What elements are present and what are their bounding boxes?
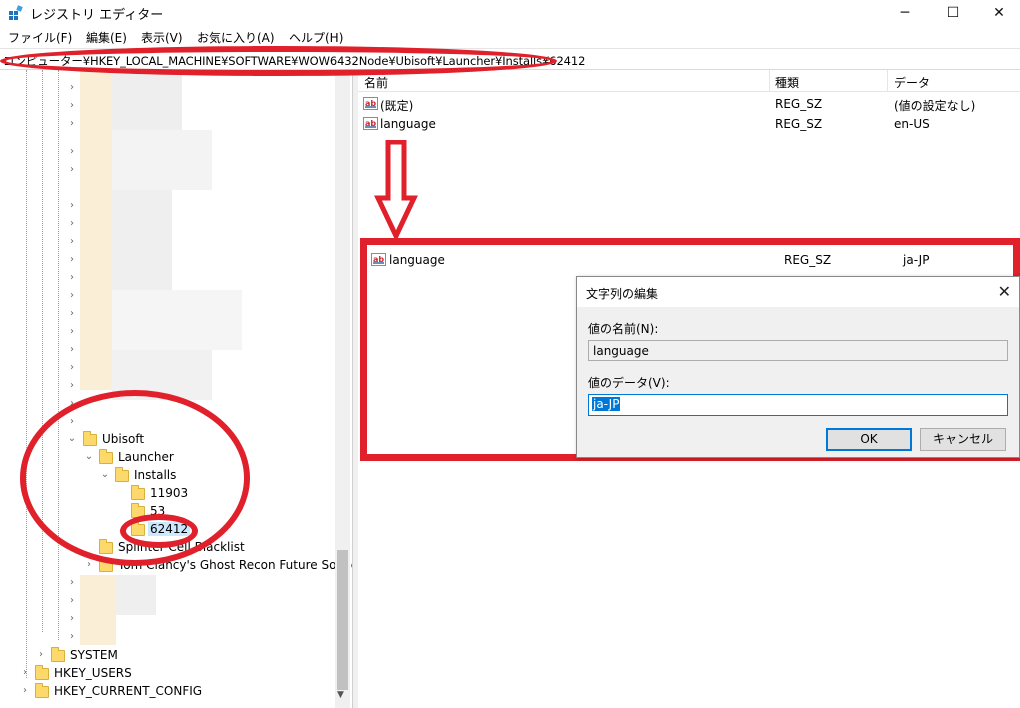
maximize-button[interactable]: ☐ — [930, 0, 976, 26]
menu-favorites[interactable]: お気に入り(A) — [197, 29, 275, 46]
key-tree-pane[interactable]: › › › › › › › › › › › › › › › › › › ⌄ Ub… — [0, 70, 352, 708]
value-data-label: 値のデータ(V): — [588, 376, 670, 390]
chevron-right-icon[interactable]: › — [67, 146, 77, 157]
ok-button[interactable]: OK — [826, 428, 912, 451]
chevron-right-icon[interactable]: › — [67, 577, 77, 588]
blurred-region — [112, 190, 172, 290]
value-name-field: language — [588, 340, 1008, 361]
chevron-right-icon[interactable]: › — [67, 236, 77, 247]
chevron-right-icon[interactable]: › — [67, 380, 77, 391]
value-name-label: 値の名前(N): — [588, 322, 659, 336]
blurred-region — [80, 575, 116, 645]
folder-icon — [35, 665, 49, 680]
menu-help[interactable]: ヘルプ(H) — [289, 29, 343, 46]
menu-file[interactable]: ファイル(F) — [8, 29, 72, 46]
blurred-region — [112, 70, 182, 130]
string-value-icon: ab — [371, 253, 386, 266]
scrollbar-thumb[interactable] — [337, 550, 348, 690]
value-type: REG_SZ — [784, 253, 832, 267]
folder-icon — [35, 683, 49, 698]
menu-edit[interactable]: 編集(E) — [86, 29, 127, 46]
selected-text: ja-JP — [592, 397, 621, 411]
chevron-right-icon[interactable]: › — [67, 631, 77, 642]
menu-view[interactable]: 表示(V) — [141, 29, 183, 46]
blurred-region — [80, 70, 112, 390]
scroll-down-arrow-icon[interactable]: ▼ — [337, 690, 344, 700]
minimize-icon: ─ — [900, 5, 910, 21]
chevron-right-icon[interactable]: › — [67, 82, 77, 93]
values-list-header: 名前 種類 データ — [358, 70, 1020, 92]
column-separator[interactable] — [769, 70, 770, 92]
edit-string-dialog: 文字列の編集 ✕ 値の名前(N): language 値のデータ(V): ja-… — [576, 276, 1020, 458]
value-type: REG_SZ — [775, 97, 823, 111]
column-header-data[interactable]: データ — [894, 74, 930, 91]
chevron-right-icon[interactable]: › — [67, 254, 77, 265]
column-header-type[interactable]: 種類 — [775, 74, 799, 91]
value-name: language — [389, 253, 445, 267]
minimize-button[interactable]: ─ — [882, 0, 928, 26]
tree-guide — [58, 70, 59, 640]
string-value-icon: ab — [363, 117, 378, 130]
chevron-right-icon[interactable]: › — [36, 649, 46, 660]
tree-item-hkey-users[interactable]: HKEY_USERS — [54, 666, 132, 680]
menu-bar: ファイル(F) 編集(E) 表示(V) お気に入り(A) ヘルプ(H) — [0, 26, 1020, 48]
tree-guide — [26, 70, 27, 678]
value-data: (値の設定なし) — [894, 99, 976, 113]
close-icon: ✕ — [993, 5, 1005, 21]
value-data: ja-JP — [903, 253, 930, 267]
chevron-right-icon[interactable]: › — [67, 200, 77, 211]
string-value-icon: ab — [363, 97, 378, 110]
dialog-title-bar: 文字列の編集 ✕ — [577, 277, 1019, 307]
chevron-right-icon[interactable]: › — [67, 595, 77, 606]
value-row-default[interactable]: ab (既定) REG_SZ (値の設定なし) — [358, 95, 1020, 113]
column-header-name[interactable]: 名前 — [364, 74, 388, 91]
value-data-input[interactable]: ja-JP — [588, 394, 1008, 416]
address-highlight-ellipse — [0, 46, 557, 76]
tree-guide — [42, 70, 43, 632]
cancel-button[interactable]: キャンセル — [920, 428, 1006, 451]
chevron-right-icon[interactable]: › — [67, 272, 77, 283]
pane-splitter[interactable] — [352, 70, 358, 708]
chevron-right-icon[interactable]: › — [67, 362, 77, 373]
chevron-right-icon[interactable]: › — [20, 685, 30, 696]
selected-key-highlight-ellipse — [120, 514, 198, 548]
value-data: en-US — [894, 117, 930, 131]
registry-editor-icon — [9, 5, 23, 20]
dialog-title: 文字列の編集 — [586, 287, 659, 301]
chevron-right-icon[interactable]: › — [67, 613, 77, 624]
chevron-right-icon[interactable]: › — [67, 100, 77, 111]
chevron-right-icon[interactable]: › — [67, 308, 77, 319]
value-name: language — [380, 117, 436, 131]
chevron-right-icon[interactable]: › — [67, 326, 77, 337]
value-name: (既定) — [380, 99, 414, 113]
folder-icon — [51, 647, 65, 662]
chevron-right-icon[interactable]: › — [84, 559, 94, 570]
chevron-right-icon[interactable]: › — [67, 118, 77, 129]
tree-scrollbar[interactable]: ▼ — [335, 70, 350, 708]
chevron-right-icon[interactable]: › — [67, 344, 77, 355]
chevron-right-icon[interactable]: › — [67, 164, 77, 175]
chevron-right-icon[interactable]: › — [20, 667, 30, 678]
tree-item-hkey-current-config[interactable]: HKEY_CURRENT_CONFIG — [54, 684, 202, 698]
chevron-right-icon[interactable]: › — [67, 290, 77, 301]
window-title: レジストリ エディター — [30, 8, 164, 23]
title-bar: レジストリ エディター ─ ☐ ✕ — [0, 0, 1020, 26]
value-type: REG_SZ — [775, 117, 823, 131]
dialog-close-icon[interactable]: ✕ — [998, 282, 1011, 301]
blurred-region — [112, 130, 212, 190]
blurred-region — [116, 575, 156, 615]
down-arrow-annotation — [374, 140, 418, 240]
tree-item-system[interactable]: SYSTEM — [70, 648, 118, 662]
column-separator[interactable] — [887, 70, 888, 92]
chevron-right-icon[interactable]: › — [67, 218, 77, 229]
blurred-region — [112, 290, 242, 350]
close-button[interactable]: ✕ — [976, 0, 1020, 26]
value-row-language[interactable]: ab language REG_SZ en-US — [358, 115, 1020, 133]
maximize-icon: ☐ — [946, 5, 960, 21]
value-row-language-edited[interactable]: ab language REG_SZ ja-JP — [369, 251, 1009, 269]
